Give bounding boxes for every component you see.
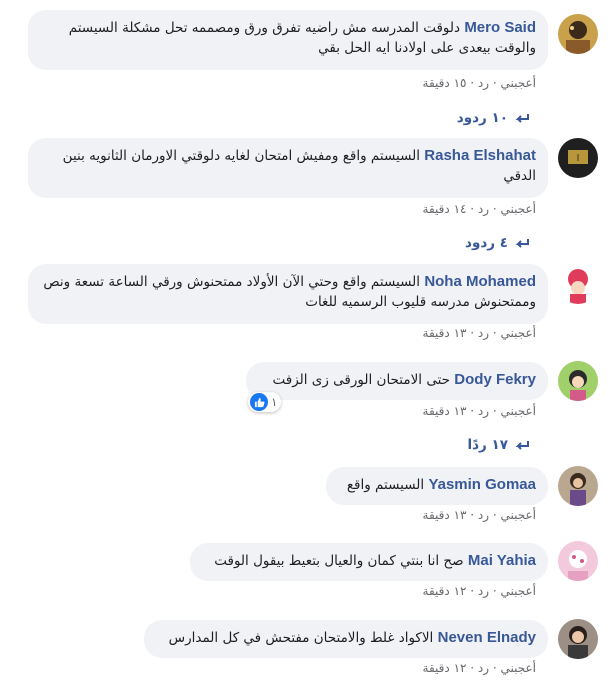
reply-link[interactable]: رد — [478, 661, 489, 675]
like-link[interactable]: أعجبني — [501, 404, 536, 418]
comments-feed: Mero Said دلوقت المدرسه مش راضيه تفرق ور… — [0, 0, 616, 680]
comment-bubble: Mai Yahia صح انا بنتي كمان والعيال بتعيط… — [190, 543, 548, 581]
view-replies-button[interactable]: ٤ ردود — [465, 235, 530, 251]
comment-actions: أعجبني · رد · ١٢ دقيقة — [422, 584, 536, 598]
comment-bubble: Noha Mohamed السيستم واقع وحتي الآن الأو… — [28, 264, 548, 324]
comment-text: صح انا بنتي كمان والعيال بتعيط بيقول الو… — [214, 553, 464, 569]
like-link[interactable]: أعجبني — [501, 326, 536, 340]
reply-link[interactable]: رد — [478, 76, 489, 90]
like-link[interactable]: أعجبني — [501, 584, 536, 598]
replies-count: ١٧ ردًا — [467, 437, 508, 453]
reply-link[interactable]: رد — [478, 404, 489, 418]
replies-count: ١٠ ردود — [456, 110, 508, 126]
comment-bubble: Mero Said دلوقت المدرسه مش راضيه تفرق ور… — [28, 10, 548, 70]
reply-arrow-icon — [515, 441, 529, 450]
comment-actions: أعجبني · رد · ١٣ دقيقة — [422, 404, 536, 418]
reply-arrow-icon — [515, 114, 529, 123]
replies-count: ٤ ردود — [465, 235, 508, 251]
like-thumb-icon — [250, 393, 268, 411]
comment-bubble: Neven Elnady الاكواد غلط والامتحان مفتحش… — [144, 620, 548, 658]
comment-time[interactable]: ١٤ دقيقة — [423, 202, 467, 216]
comment-actions: أعجبني · رد · ١٥ دقيقة — [422, 76, 536, 90]
comment-author[interactable]: Mai Yahia — [468, 552, 536, 569]
comment-author[interactable]: Rasha Elshahat — [424, 147, 536, 164]
comment-bubble: Rasha Elshahat السيستم واقع ومفيش امتحان… — [28, 138, 548, 198]
reply-link[interactable]: رد — [478, 508, 489, 522]
avatar[interactable] — [558, 541, 598, 581]
reply-arrow-icon — [515, 239, 529, 248]
comment-actions: أعجبني · رد · ١٣ دقيقة — [422, 508, 536, 522]
reaction-count: ١ — [271, 395, 278, 409]
comment-time[interactable]: ١٣ دقيقة — [423, 404, 467, 418]
comment-bubble: Dody Fekry حتى الامتحان الورقى زى الزفت — [246, 362, 548, 400]
comment-author[interactable]: Mero Said — [464, 19, 536, 36]
avatar[interactable] — [558, 361, 598, 401]
comment-text: حتى الامتحان الورقى زى الزفت — [272, 372, 450, 388]
comment-text: الاكواد غلط والامتحان مفتحش في كل المدار… — [168, 630, 434, 646]
avatar[interactable]: ا — [558, 138, 598, 178]
like-link[interactable]: أعجبني — [501, 508, 536, 522]
like-link[interactable]: أعجبني — [501, 76, 536, 90]
like-link[interactable]: أعجبني — [501, 661, 536, 675]
reply-link[interactable]: رد — [478, 584, 489, 598]
comment-actions: أعجبني · رد · ١٤ دقيقة — [422, 202, 536, 216]
comment-actions: أعجبني · رد · ١٢ دقيقة — [422, 661, 536, 675]
view-replies-button[interactable]: ١٧ ردًا — [467, 437, 530, 453]
svg-text:ا: ا — [577, 154, 580, 164]
avatar[interactable] — [558, 14, 598, 54]
avatar[interactable] — [558, 466, 598, 506]
comment-author[interactable]: Dody Fekry — [454, 371, 536, 388]
avatar[interactable] — [558, 264, 598, 304]
comment-time[interactable]: ١٣ دقيقة — [423, 508, 467, 522]
comment-actions: أعجبني · رد · ١٣ دقيقة — [422, 326, 536, 340]
comment-time[interactable]: ١٣ دقيقة — [423, 326, 467, 340]
reply-link[interactable]: رد — [478, 202, 489, 216]
like-link[interactable]: أعجبني — [501, 202, 536, 216]
comment-author[interactable]: Neven Elnady — [438, 629, 536, 646]
reaction-summary[interactable]: ١ — [248, 392, 282, 412]
comment-time[interactable]: ١٥ دقيقة — [423, 76, 467, 90]
reply-link[interactable]: رد — [478, 326, 489, 340]
comment-author[interactable]: Noha Mohamed — [424, 273, 536, 290]
comment-time[interactable]: ١٢ دقيقة — [423, 584, 467, 598]
comment-bubble: Yasmin Gomaa السيستم واقع — [326, 467, 548, 505]
comment-time[interactable]: ١٢ دقيقة — [423, 661, 467, 675]
avatar[interactable] — [558, 619, 598, 659]
comment-author[interactable]: Yasmin Gomaa — [428, 476, 536, 493]
view-replies-button[interactable]: ١٠ ردود — [457, 110, 530, 126]
comment-text: السيستم واقع — [346, 477, 425, 493]
